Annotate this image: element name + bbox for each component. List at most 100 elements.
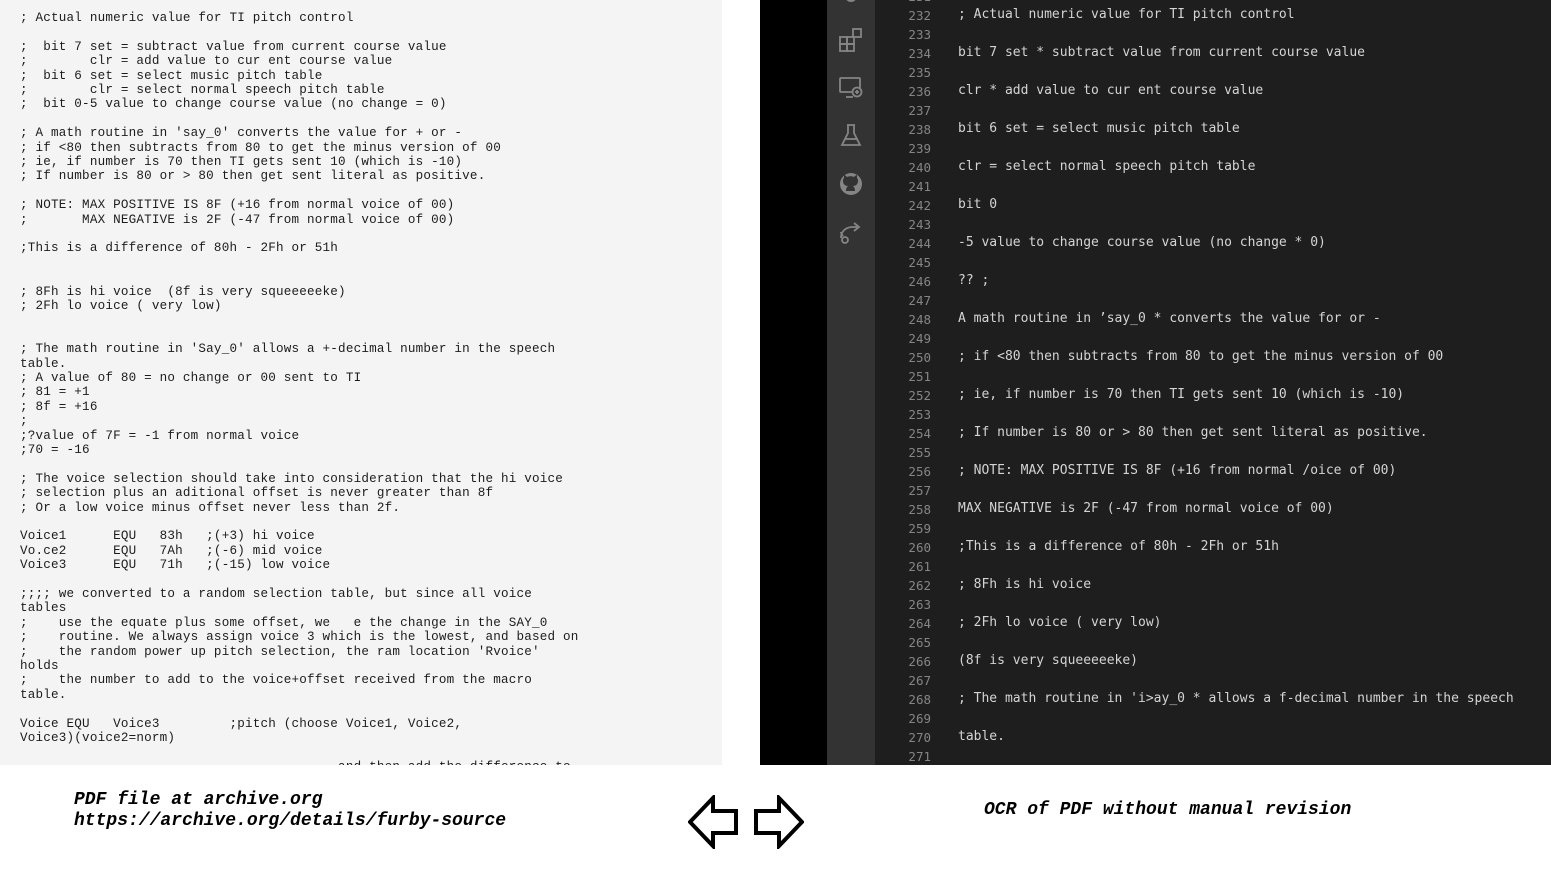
- line-number: 268: [908, 692, 931, 707]
- scan-line: ; the random power up pitch selection, t…: [20, 644, 540, 659]
- line-number: 237: [908, 103, 931, 118]
- scan-line: ; If number is 80 or > 80 then get sent …: [20, 169, 486, 184]
- pdf-caption-url[interactable]: https://archive.org/details/furby-source: [74, 811, 506, 831]
- scan-line: ; selection plus an aditional offset is …: [20, 486, 494, 501]
- code-editor[interactable]: 232 ; Actual numeric value for TI pitch c…: [875, 0, 1551, 765]
- code-line[interactable]: -5 value to change course value (no chan…: [958, 235, 1326, 250]
- line-number: 248: [908, 312, 931, 327]
- scan-line: ; Actual numeric value for TI pitch cont…: [20, 11, 354, 25]
- line-number: 246: [908, 274, 931, 289]
- scan-line: ; bit 7 set = subtract value from curren…: [20, 39, 447, 54]
- scan-line: ; 8Fh is hi voice (8f is very squeeeeeke…: [20, 284, 346, 299]
- code-line[interactable]: bit 7 set * subtract value from current …: [958, 45, 1365, 60]
- line-number: 239: [908, 141, 931, 156]
- scan-line: ; The voice selection should take into c…: [20, 471, 564, 486]
- scan-line: ; clr = add value to cur ent course valu…: [20, 54, 393, 69]
- line-number: 243: [908, 217, 931, 232]
- extensions-icon[interactable]: [837, 26, 865, 54]
- code-line[interactable]: ; ie, if number is 70 then TI gets sent …: [958, 387, 1404, 402]
- code-line[interactable]: (8f is very squeeeeeke): [958, 653, 1138, 668]
- line-number-partial: 231: [875, 0, 931, 4]
- arrow-right-icon: [754, 795, 804, 849]
- scan-line: ; the number to add to the voice+offset …: [20, 673, 532, 688]
- code-line[interactable]: ;This is a difference of 80h - 2Fh or 51…: [958, 539, 1279, 554]
- code-line[interactable]: ; NOTE: MAX POSITIVE IS 8F (+16 from nor…: [958, 463, 1396, 478]
- scan-line: ; 8f = +16: [20, 399, 98, 414]
- line-number: 265: [908, 635, 931, 650]
- code-line[interactable]: bit 6 set = select music pitch table: [958, 121, 1240, 136]
- code-line[interactable]: A math routine in ’say_0 * converts the …: [958, 311, 1381, 326]
- line-number: 262: [908, 578, 931, 593]
- scan-line: ; The math routine in 'Say_0' allows a +…: [20, 342, 556, 357]
- scan-line: ; 2Fh lo voice ( very low): [20, 299, 222, 313]
- line-number: 261: [908, 559, 931, 574]
- compare-arrows: [688, 795, 804, 849]
- line-number: 249: [908, 331, 931, 346]
- scan-line: ; routine. We always assign voice 3 whic…: [20, 630, 579, 645]
- scan-line: ; ie, if number is 70 then TI gets sent …: [20, 155, 463, 169]
- line-number: 232: [908, 8, 931, 23]
- line-number: 253: [908, 407, 931, 422]
- line-number: 254: [908, 426, 931, 441]
- scan-line: ;?value of 7F = -1 from normal voice: [20, 428, 300, 443]
- code-line[interactable]: bit 0: [958, 197, 997, 212]
- scan-line: Voice3 EQU 71h ;(-15) low voice: [20, 558, 331, 573]
- line-number: 259: [908, 521, 931, 536]
- partial-top-icon[interactable]: [837, 0, 865, 16]
- line-number: 235: [908, 65, 931, 80]
- arrow-left-icon: [688, 795, 738, 849]
- line-number: 256: [908, 464, 931, 479]
- line-number: 241: [908, 179, 931, 194]
- scan-line: Voice1 EQU 83h ;(+3) hi voice: [20, 529, 315, 544]
- scan-line: Voice EQU Voice3 ;pitch (choose Voice1, …: [20, 716, 463, 731]
- scan-line: ; A math routine in 'say_0' converts the…: [20, 126, 463, 141]
- scan-line: ; MAX NEGATIVE is 2F (-47 from normal vo…: [20, 212, 455, 227]
- code-line[interactable]: ?? ;: [958, 273, 989, 288]
- line-number: 267: [908, 673, 931, 688]
- scan-line: ;70 = -16: [20, 443, 90, 457]
- scan-line: ;This is a difference of 80h - 2Fh or 51…: [20, 241, 339, 256]
- line-number: 266: [908, 654, 931, 669]
- scan-line: Vo.ce2 EQU 7Ah ;(-6) mid voice: [20, 543, 323, 558]
- live-share-icon[interactable]: [837, 218, 865, 246]
- scan-line: ; Or a low voice minus offset never less…: [20, 500, 401, 515]
- code-line[interactable]: clr * add value to cur ent course value: [958, 83, 1263, 98]
- line-number: 240: [908, 160, 931, 175]
- scan-line: table.: [20, 356, 67, 371]
- code-line[interactable]: clr = select normal speech pitch table: [958, 159, 1255, 174]
- scan-line: table.: [20, 687, 67, 702]
- line-number: 260: [908, 540, 931, 555]
- line-number: 251: [908, 369, 931, 384]
- activity-bar: [827, 0, 875, 765]
- line-number: 263: [908, 597, 931, 612]
- line-number: 238: [908, 122, 931, 137]
- code-line[interactable]: ; Actual numeric value for TI pitch cont…: [958, 7, 1295, 22]
- line-number: 252: [908, 388, 931, 403]
- line-number: 244: [908, 236, 931, 251]
- line-number: 255: [908, 445, 931, 460]
- scan-line: ; 81 = +1: [20, 385, 90, 400]
- divider-gap: [722, 0, 760, 765]
- github-icon[interactable]: [837, 170, 865, 198]
- remote-explorer-icon[interactable]: [837, 74, 865, 102]
- line-number: 242: [908, 198, 931, 213]
- code-line[interactable]: ; 8Fh is hi voice: [958, 577, 1091, 592]
- line-number: 269: [908, 711, 931, 726]
- code-line[interactable]: ; if <80 then subtracts from 80 to get t…: [958, 349, 1443, 364]
- code-line[interactable]: table.: [958, 729, 1005, 744]
- scan-line: ; clr = select normal speech pitch table: [20, 83, 385, 97]
- scan-line: ; NOTE: MAX POSITIVE IS 8F (+16 from nor…: [20, 198, 455, 213]
- line-number: 236: [908, 84, 931, 99]
- testing-flask-icon[interactable]: [837, 122, 865, 150]
- line-number: 264: [908, 616, 931, 631]
- scan-line: Voice3)(voice2=norm): [20, 731, 176, 745]
- scan-line: ; if <80 then subtracts from 80 to get t…: [20, 140, 501, 155]
- code-line[interactable]: ; 2Fh lo voice ( very low): [958, 615, 1162, 630]
- scan-line: ; A value of 80 = no change or 00 sent t…: [20, 371, 362, 385]
- scan-line: holds: [20, 659, 59, 673]
- code-line[interactable]: ; The math routine in 'i>ay_0 * allows a…: [958, 691, 1514, 706]
- code-line[interactable]: MAX NEGATIVE is 2F (-47 from normal voic…: [958, 501, 1334, 516]
- line-number: 270: [908, 730, 931, 745]
- code-line[interactable]: ; If number is 80 or > 80 then get sent …: [958, 425, 1428, 440]
- line-number: 234: [908, 46, 931, 61]
